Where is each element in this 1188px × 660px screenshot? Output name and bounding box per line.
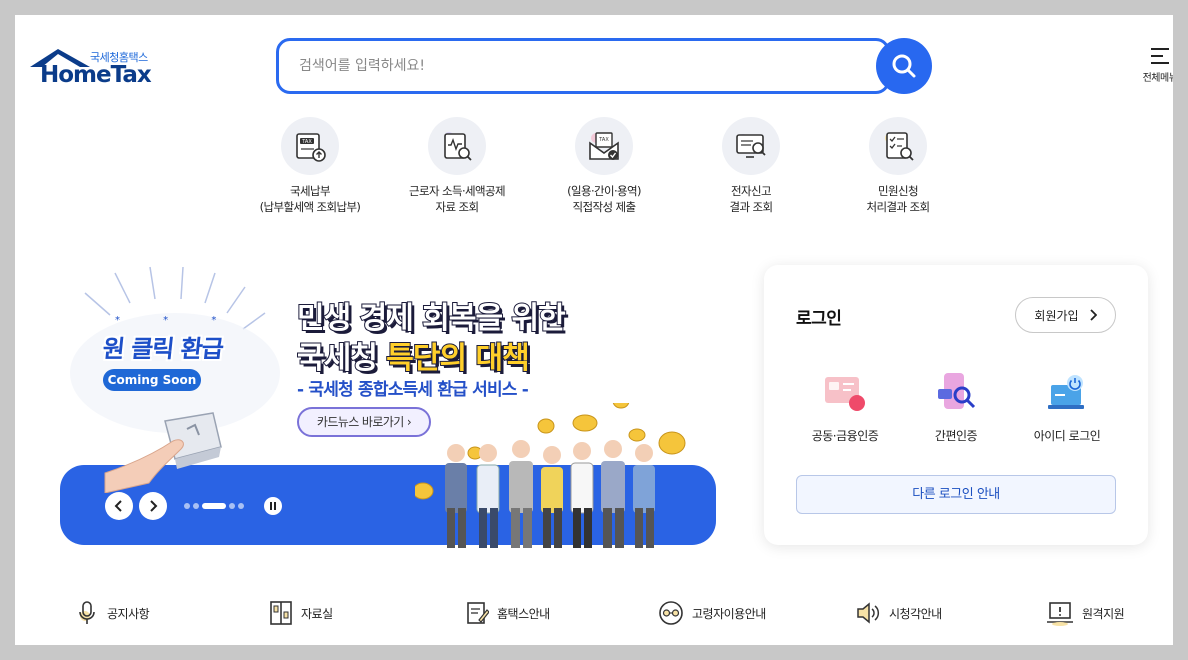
coming-soon-badge: Coming Soon [103, 369, 201, 391]
chevron-right-icon [150, 500, 158, 512]
full-menu-label: 전체메뉴 [1142, 73, 1173, 84]
quick-menu-label: 처리결과 조회 [866, 200, 931, 214]
pagination-dot[interactable] [238, 503, 244, 509]
headline-prefix: 국세청 [296, 340, 387, 377]
svg-text:TAX: TAX [301, 139, 312, 145]
sign-up-label: 회원가입 [1034, 308, 1079, 323]
full-menu-button[interactable]: 전체메뉴 [1136, 45, 1173, 89]
quick-menu-civil-request[interactable]: 민원신청처리결과 조회 [828, 117, 968, 215]
search-icon [892, 54, 916, 78]
banner-subline: - 국세청 종합소득세 환급 서비스 - [297, 380, 529, 400]
quick-menu-label: 전자신고 [731, 184, 772, 198]
login-panel: 로그인 회원가입 공동·금융인증 간편인증 아이디 로그인 다른 로그인 안내 [764, 265, 1148, 545]
archive-icon [270, 601, 292, 625]
login-title: 로그인 [796, 309, 842, 329]
banner-pause-button[interactable] [264, 497, 282, 515]
pagination-dot[interactable] [193, 503, 199, 509]
guide-icon [467, 602, 489, 624]
quick-menu-label: 직접작성 제출 [572, 200, 637, 214]
other-login-guide-button[interactable]: 다른 로그인 안내 [796, 475, 1116, 514]
quick-menu-label: 민원신청 [878, 184, 919, 198]
archive-link[interactable]: 자료실 [269, 598, 333, 628]
civil-request-icon [869, 117, 927, 175]
simple-auth-login-button[interactable]: 간편인증 [901, 369, 1011, 444]
hand-pressing-key-illustration [104, 412, 222, 493]
tax-submit-icon: TAX [575, 117, 633, 175]
pause-icon [270, 502, 276, 510]
quick-menu-label: (납부할세액 조회납부) [259, 200, 361, 214]
main-banner[interactable]: * * * 원 클릭 환급 Coming Soon 민생 경제 회복을 위한 국… [15, 263, 735, 563]
bottom-link-label: 고령자이용안내 [692, 606, 766, 621]
hamburger-icon [1151, 48, 1169, 64]
svg-text:TAX: TAX [598, 137, 609, 143]
quick-menu-label: 국세납부 [290, 184, 331, 198]
quick-menu-income-deduction[interactable]: 근로자 소득·세액공제자료 조회 [387, 117, 527, 215]
quick-menu-direct-submit[interactable]: TAX (일용·간이·용역) 직접작성 제출 [534, 117, 674, 215]
hometax-logo[interactable]: 국세청홈택스 HomeTax [28, 45, 158, 91]
banner-next-button[interactable] [139, 492, 167, 520]
hometax-guide-link[interactable]: 홈택스안내 [465, 598, 550, 628]
bottom-link-label: 홈택스안내 [497, 606, 550, 621]
chevron-right-icon [1089, 309, 1097, 321]
certificate-login-button[interactable]: 공동·금융인증 [790, 369, 900, 444]
simple-auth-icon [901, 369, 1011, 417]
logo-text: HomeTax [40, 62, 152, 88]
quick-menu-tax-payment[interactable]: TAX 국세납부 (납부할세액 조회납부) [240, 117, 380, 215]
banner-prev-button[interactable] [105, 492, 133, 520]
chevron-left-icon [114, 500, 122, 512]
search-button[interactable] [876, 38, 932, 94]
cardnews-label: 카드뉴스 바로가기 [316, 415, 404, 429]
tax-payment-icon: TAX [281, 117, 339, 175]
quick-menu-label: (일용·간이·용역) [567, 184, 641, 198]
sign-up-button[interactable]: 회원가입 [1015, 297, 1116, 333]
quick-menu-label: 결과 조회 [729, 200, 774, 214]
workers-with-coins-illustration [415, 403, 686, 548]
notice-link[interactable]: 공지사항 [75, 598, 150, 628]
quick-menu-label: 자료 조회 [435, 200, 480, 214]
search-box [276, 38, 890, 94]
quick-menu-label: 근로자 소득·세액공제 [409, 184, 506, 198]
e-filing-result-icon [722, 117, 780, 175]
senior-icon [659, 601, 683, 625]
banner-pagination [184, 503, 244, 509]
speaker-icon [857, 602, 880, 624]
pagination-dot[interactable] [229, 503, 235, 509]
income-deduction-icon [428, 117, 486, 175]
search-input[interactable] [279, 41, 887, 91]
hometax-main-page: 국세청홈택스 HomeTax 전체메뉴 TAX [15, 15, 1173, 645]
headline-highlight: 특단의 대책 [385, 340, 530, 377]
id-login-icon [1012, 369, 1122, 417]
banner-headline-line1: 민생 경제 회복을 위한 [296, 300, 567, 337]
login-method-label: 공동·금융인증 [811, 429, 879, 443]
chevron-right-icon: › [406, 415, 412, 429]
bottom-link-label: 시청각안내 [889, 606, 942, 621]
senior-guide-link[interactable]: 고령자이용안내 [658, 598, 766, 628]
audiovisual-guide-link[interactable]: 시청각안내 [855, 598, 942, 628]
id-login-button[interactable]: 아이디 로그인 [1012, 369, 1122, 444]
remote-support-icon [1047, 602, 1073, 626]
remote-support-link[interactable]: 원격지원 [1046, 598, 1125, 628]
login-method-label: 아이디 로그인 [1033, 429, 1101, 443]
quick-menu-e-filing[interactable]: 전자신고결과 조회 [681, 117, 821, 215]
bottom-link-label: 자료실 [301, 606, 333, 621]
oneclick-refund-title: 원 클릭 환급 [101, 335, 225, 363]
cardnews-link-button[interactable]: 카드뉴스 바로가기 › [297, 407, 431, 437]
certificate-icon [790, 369, 900, 417]
login-method-label: 간편인증 [934, 429, 978, 443]
bottom-link-label: 원격지원 [1082, 606, 1125, 621]
pagination-dot[interactable] [184, 503, 190, 509]
microphone-icon [79, 601, 95, 624]
bottom-link-label: 공지사항 [107, 606, 150, 621]
banner-headline-line2: 국세청 특단의 대책 [296, 333, 531, 377]
banner-stars: * * * [115, 315, 237, 326]
pagination-dot-active[interactable] [202, 503, 226, 509]
